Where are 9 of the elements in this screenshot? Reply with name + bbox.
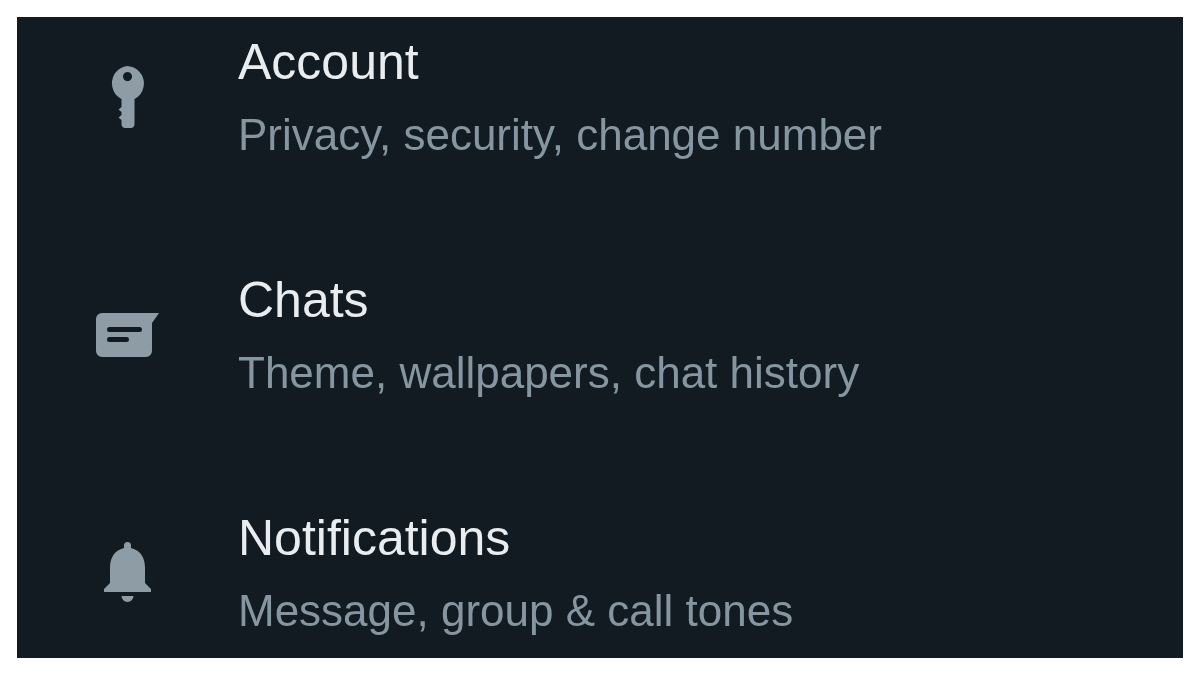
setting-title[interactable]: Account xyxy=(238,32,419,92)
message-icon xyxy=(95,311,159,358)
setting-description: Privacy, security, change number xyxy=(238,109,882,161)
setting-description: Message, group & call tones xyxy=(238,585,794,637)
bell-icon xyxy=(102,541,152,604)
setting-description: Theme, wallpapers, chat history xyxy=(238,347,860,399)
setting-title[interactable]: Chats xyxy=(238,270,369,330)
setting-title[interactable]: Notifications xyxy=(238,508,511,568)
key-icon xyxy=(109,65,145,128)
